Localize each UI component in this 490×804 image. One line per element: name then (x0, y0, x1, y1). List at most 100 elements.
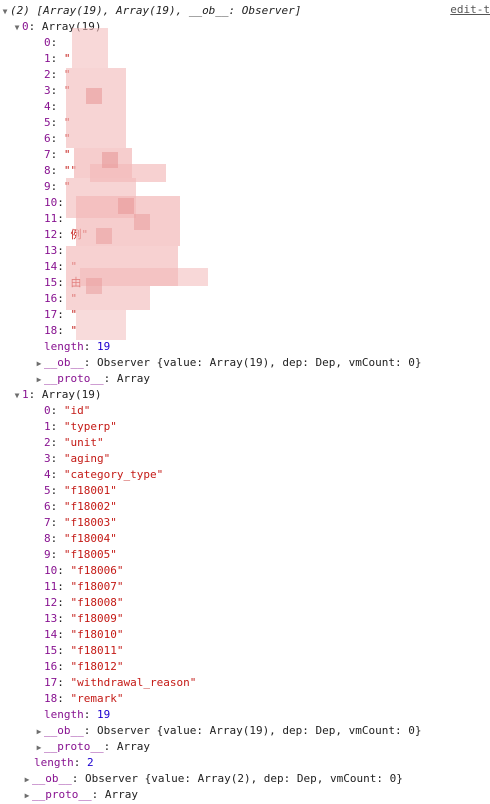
root-length-row: length: 2 (34, 756, 94, 769)
collapse-triangle-icon[interactable]: ▶ (22, 772, 32, 788)
expand-triangle-icon[interactable]: ▼ (12, 388, 22, 404)
length-value: 19 (97, 340, 111, 353)
collapse-triangle-icon[interactable]: ▶ (34, 740, 44, 756)
array-item-value: "f18004" (63, 532, 117, 545)
collapse-triangle-icon[interactable]: ▶ (34, 356, 44, 372)
array-item-value: " (70, 292, 78, 305)
collapse-triangle-icon[interactable]: ▶ (34, 372, 44, 388)
array-item-index: 18 (44, 692, 58, 705)
array-item-index: 10 (44, 564, 58, 577)
proto-value: Array (116, 740, 150, 753)
proto-key: __proto__ (44, 740, 104, 753)
array-item-value: " (70, 260, 78, 273)
array-item-row: 8: "f18004" (44, 532, 117, 545)
array-item-index: 12 (44, 596, 58, 609)
array-item-row: 3: " (44, 84, 71, 97)
array-item-index: 10 (44, 196, 58, 209)
ob-key: __ob__ (32, 772, 72, 785)
array-item-value: "f18001" (63, 484, 117, 497)
array1-type: Array(19) (41, 388, 102, 401)
array-item-index: 11 (44, 212, 58, 225)
array-item-row: 13: (44, 244, 64, 257)
array-item-value: " (63, 84, 71, 97)
array-item-index: 13 (44, 612, 58, 625)
array-item-index: 8 (44, 164, 51, 177)
array-item-index: 0 (44, 36, 51, 49)
array-item-row: 17: "withdrawal_reason" (44, 676, 197, 689)
array-item-index: 2 (44, 68, 51, 81)
array-item-row: 10: (44, 196, 64, 209)
array-item-value: "id" (63, 404, 91, 417)
array-item-row: 5: "f18001" (44, 484, 117, 497)
source-link[interactable]: edit-t (450, 3, 490, 16)
array-item-index: 1 (44, 52, 51, 65)
array1-ob-row[interactable]: ▶ __ob__: Observer {value: Array(19), dep… (34, 723, 422, 739)
array1-proto-row[interactable]: ▶ __proto__: Array (34, 739, 150, 755)
length-value: 19 (97, 708, 111, 721)
array-item-value: "" (63, 164, 78, 177)
array1-row[interactable]: ▼ 1: Array(19) (12, 387, 102, 404)
expand-triangle-icon[interactable]: ▼ (12, 20, 22, 36)
array-item-row: 2: " (44, 68, 71, 81)
expand-triangle-icon[interactable]: ▼ (0, 4, 10, 20)
array-item-index: 4 (44, 100, 51, 113)
array0-proto-row[interactable]: ▶ __proto__: Array (34, 371, 150, 387)
array0-key: 0 (22, 20, 29, 33)
array-item-index: 7 (44, 516, 51, 529)
array-item-row: 18: " (44, 324, 78, 337)
array-item-row: 4: (44, 100, 58, 113)
ob-key: __ob__ (44, 724, 84, 737)
array-item-value: "category_type" (63, 468, 164, 481)
array-item-index: 16 (44, 292, 58, 305)
array-item-row: 7: "f18003" (44, 516, 117, 529)
array-item-value: 由 (70, 276, 82, 289)
root-ob-row[interactable]: ▶ __ob__: Observer {value: Array(2), dep:… (22, 771, 403, 787)
array-item-row: 4: "category_type" (44, 468, 164, 481)
root-proto-row[interactable]: ▶ __proto__: Array (22, 787, 138, 803)
array-item-row: 6: " (44, 132, 71, 145)
array-item-index: 3 (44, 84, 51, 97)
array-item-value: "f18008" (70, 596, 124, 609)
array-item-row: 7: " (44, 148, 71, 161)
array-item-index: 17 (44, 308, 58, 321)
array-summary-row[interactable]: ▼ (2) [Array(19), Array(19), __ob__: Obse… (0, 3, 302, 20)
array-item-row: 11: (44, 212, 64, 225)
array-item-row: 14: "f18010" (44, 628, 124, 641)
array-item-index: 15 (44, 276, 58, 289)
array-item-row: 1: "typerp" (44, 420, 117, 433)
array-item-row: 9: " (44, 180, 71, 193)
array-item-row: 16: " (44, 292, 78, 305)
array-item-index: 9 (44, 548, 51, 561)
array-item-index: 14 (44, 260, 58, 273)
array0-row[interactable]: ▼ 0: Array(19) (12, 19, 102, 36)
array-item-value: "withdrawal_reason" (70, 676, 197, 689)
array-item-index: 5 (44, 116, 51, 129)
array-item-row: 0: "id" (44, 404, 91, 417)
array-item-index: 15 (44, 644, 58, 657)
array-item-value: "f18007" (70, 580, 124, 593)
array-item-row: 17: " (44, 308, 78, 321)
array-item-index: 3 (44, 452, 51, 465)
array0-type: Array(19) (41, 20, 102, 33)
array-item-row: 3: "aging" (44, 452, 111, 465)
array-item-row: 12: 例" (44, 228, 89, 241)
proto-key: __proto__ (32, 788, 92, 801)
ob-value: Observer {value: Array(19), dep: Dep, vm… (97, 356, 422, 369)
array0-length-row: length: 19 (44, 340, 111, 353)
array-item-row: 18: "remark" (44, 692, 124, 705)
proto-value: Array (104, 788, 138, 801)
array-item-value: "f18012" (70, 660, 124, 673)
array1-length-row: length: 19 (44, 708, 111, 721)
array-item-value: " (63, 180, 71, 193)
array0-ob-row[interactable]: ▶ __ob__: Observer {value: Array(19), dep… (34, 355, 422, 371)
array-item-index: 13 (44, 244, 58, 257)
array-item-index: 18 (44, 324, 58, 337)
collapse-triangle-icon[interactable]: ▶ (34, 724, 44, 740)
array-item-index: 6 (44, 500, 51, 513)
array-item-value: "typerp" (63, 420, 117, 433)
array-item-row: 2: "unit" (44, 436, 104, 449)
array-item-index: 11 (44, 580, 58, 593)
array-length-prefix: (2) (10, 4, 37, 17)
array-item-index: 17 (44, 676, 58, 689)
collapse-triangle-icon[interactable]: ▶ (22, 788, 32, 804)
